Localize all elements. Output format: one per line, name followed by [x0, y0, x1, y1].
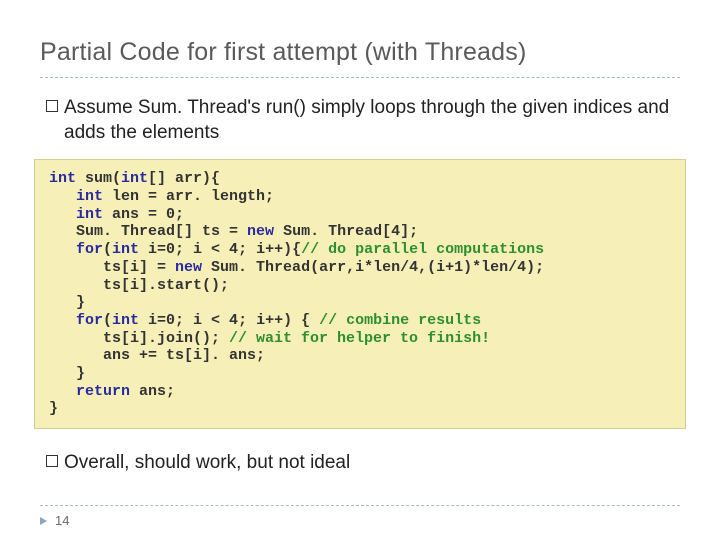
- code-kw: for: [49, 241, 103, 258]
- code-text: (: [103, 312, 112, 329]
- code-kw: new: [175, 259, 202, 276]
- code-kw: int: [49, 188, 103, 205]
- code-text: }: [49, 400, 58, 417]
- code-kw: int: [49, 170, 76, 187]
- code-text: ans = 0;: [103, 206, 184, 223]
- code-text: i=0; i < 4; i++) {: [139, 312, 319, 329]
- code-text: sum(: [76, 170, 121, 187]
- code-kw: new: [247, 223, 274, 240]
- code-kw: int: [112, 312, 139, 329]
- code-text: (: [103, 241, 112, 258]
- bullet-text-1: Assume Sum. Thread's run() simply loops …: [64, 96, 680, 145]
- bullet-item-1: Assume Sum. Thread's run() simply loops …: [40, 96, 680, 145]
- code-comment: // wait for helper to finish!: [229, 330, 490, 347]
- code-text: len = arr. length;: [103, 188, 274, 205]
- code-text: Sum. Thread[] ts =: [49, 223, 247, 240]
- title-divider: [40, 77, 680, 78]
- code-text: [] arr){: [148, 170, 220, 187]
- code-kw: for: [49, 312, 103, 329]
- footer-divider: [40, 505, 680, 506]
- code-comment: // combine results: [319, 312, 481, 329]
- code-kw: return: [49, 383, 130, 400]
- code-text: }: [49, 294, 85, 311]
- code-kw: int: [112, 241, 139, 258]
- code-text: }: [49, 365, 85, 382]
- code-text: ts[i].join();: [49, 330, 229, 347]
- bullet-item-2: Overall, should work, but not ideal: [40, 451, 680, 476]
- code-text: ts[i].start();: [49, 277, 229, 294]
- bullet-box-icon: [46, 100, 58, 112]
- code-kw: int: [121, 170, 148, 187]
- slide-title: Partial Code for first attempt (with Thr…: [40, 38, 680, 67]
- code-text: Sum. Thread(arr,i*len/4,(i+1)*len/4);: [202, 259, 544, 276]
- code-text: ans;: [130, 383, 175, 400]
- page-number: 14: [55, 513, 69, 528]
- arrow-right-icon: [40, 517, 47, 525]
- bullet-text-2: Overall, should work, but not ideal: [64, 451, 350, 476]
- bullet-box-icon: [46, 455, 58, 467]
- code-text: i=0; i < 4; i++){: [139, 241, 301, 258]
- code-text: ts[i] =: [49, 259, 175, 276]
- slide-footer: 14: [40, 513, 69, 528]
- code-comment: // do parallel computations: [301, 241, 544, 258]
- code-kw: int: [49, 206, 103, 223]
- code-text: Sum. Thread[4];: [274, 223, 418, 240]
- code-text: ans += ts[i]. ans;: [49, 347, 265, 364]
- code-block: int sum(int[] arr){ int len = arr. lengt…: [34, 159, 686, 429]
